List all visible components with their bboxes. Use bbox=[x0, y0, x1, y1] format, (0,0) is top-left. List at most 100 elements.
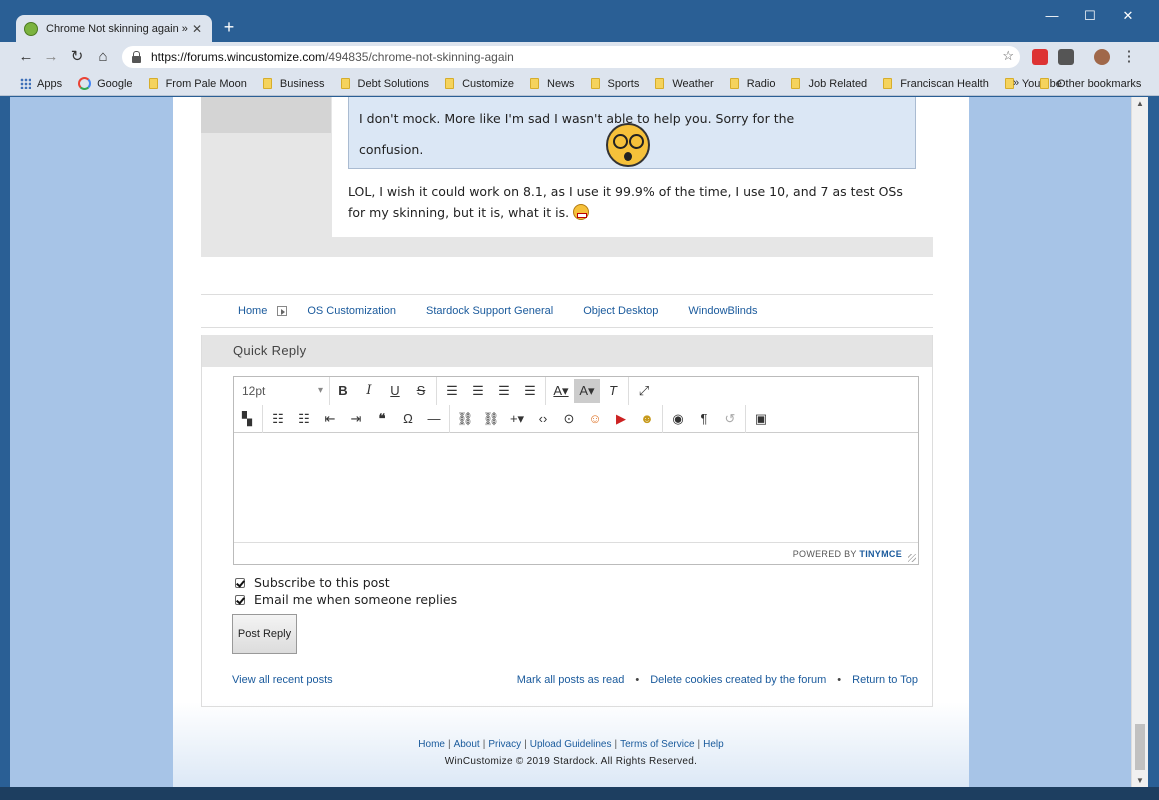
resize-handle-icon[interactable] bbox=[908, 554, 916, 562]
editor-text-area[interactable] bbox=[234, 434, 918, 542]
other-bookmarks[interactable]: Other bookmarks bbox=[1040, 72, 1141, 95]
align-right-icon[interactable]: ☰ bbox=[491, 379, 517, 403]
bookmark-folder[interactable]: Business bbox=[262, 78, 325, 90]
bookmark-google[interactable]: Google bbox=[78, 77, 133, 90]
maximize-button[interactable]: ☐ bbox=[1079, 6, 1101, 26]
chrome-menu-icon[interactable]: ⋮ bbox=[1119, 47, 1139, 67]
editor-toolbar-row: 12pt B I U S ☰ ☰ ☰ ☰ A▾ A▾ T ⤢ bbox=[234, 377, 918, 405]
background-color-icon[interactable]: A▾ bbox=[574, 379, 600, 403]
browser-toolbar: ← → ↻ ⌂ https://forums.wincustomize.com/… bbox=[0, 42, 1159, 72]
underline-icon[interactable]: U bbox=[382, 379, 408, 403]
align-justify-icon[interactable]: ☰ bbox=[517, 379, 543, 403]
back-arrow-icon[interactable]: ← bbox=[16, 47, 36, 67]
preview-eye-icon[interactable]: ◉ bbox=[665, 407, 691, 431]
email-checkbox[interactable] bbox=[235, 594, 245, 605]
footer-help-link[interactable]: Help bbox=[703, 739, 724, 750]
lock-icon bbox=[132, 50, 141, 63]
bold-icon[interactable]: B bbox=[330, 379, 356, 403]
address-bar[interactable]: https://forums.wincustomize.com/494835/c… bbox=[122, 46, 1020, 68]
adblock-extension-icon[interactable] bbox=[1032, 49, 1048, 65]
bookmark-folder[interactable]: Customize bbox=[445, 78, 514, 90]
subscribe-option[interactable]: Subscribe to this post bbox=[235, 575, 390, 590]
mark-read-link[interactable]: Mark all posts as read bbox=[517, 674, 625, 686]
footer-home-link[interactable]: Home bbox=[418, 739, 445, 750]
breadcrumb-windowblinds[interactable]: WindowBlinds bbox=[688, 305, 757, 317]
forum-page: I don't mock. More like I'm sad I wasn't… bbox=[173, 97, 969, 787]
breadcrumb-stardock-support[interactable]: Stardock Support General bbox=[426, 305, 553, 317]
scroll-down-icon[interactable]: ▼ bbox=[1136, 776, 1144, 785]
link-icon[interactable]: ⛓ bbox=[452, 407, 478, 431]
emoticon-icon[interactable]: ☺ bbox=[582, 407, 608, 431]
minimize-button[interactable]: — bbox=[1041, 6, 1063, 26]
youtube-icon[interactable]: ▶ bbox=[608, 407, 634, 431]
bookmark-folder[interactable]: Job Related bbox=[791, 78, 867, 90]
bullet-list-icon[interactable]: ☷ bbox=[265, 407, 291, 431]
special-character-icon[interactable]: Ω bbox=[395, 407, 421, 431]
bookmark-folder[interactable]: Franciscan Health bbox=[883, 78, 989, 90]
bookmark-folder[interactable]: From Pale Moon bbox=[148, 78, 247, 90]
pdf-extension-icon[interactable] bbox=[1058, 49, 1074, 65]
return-to-top-link[interactable]: Return to Top bbox=[852, 674, 918, 686]
scroll-thumb[interactable] bbox=[1135, 724, 1145, 770]
post-reply-button[interactable]: Post Reply bbox=[232, 614, 297, 654]
indent-icon[interactable]: ⇥ bbox=[343, 407, 369, 431]
fullscreen-icon[interactable]: ⤢ bbox=[631, 379, 657, 403]
breadcrumb-os-customization[interactable]: OS Customization bbox=[307, 305, 396, 317]
tinymce-link[interactable]: TINYMCE bbox=[859, 549, 902, 559]
bookmark-folder[interactable]: Debt Solutions bbox=[340, 78, 429, 90]
page-viewport: I don't mock. More like I'm sad I wasn't… bbox=[10, 97, 1131, 787]
spoiler-icon[interactable]: ⊙ bbox=[556, 407, 582, 431]
breadcrumb: Home OS Customization Stardock Support G… bbox=[201, 294, 933, 328]
footer-upload-guidelines-link[interactable]: Upload Guidelines bbox=[530, 739, 612, 750]
bookmark-folder[interactable]: News bbox=[530, 78, 575, 90]
window-frame-right bbox=[1148, 97, 1159, 787]
blockquote-icon[interactable]: ❝ bbox=[369, 407, 395, 431]
font-size-select[interactable]: 12pt bbox=[234, 377, 330, 405]
strikethrough-icon[interactable]: S bbox=[408, 379, 434, 403]
subscribe-checkbox[interactable] bbox=[235, 577, 245, 588]
code-icon[interactable]: ‹› bbox=[530, 407, 556, 431]
breadcrumb-home[interactable]: Home bbox=[238, 305, 267, 317]
bookmark-apps[interactable]: Apps bbox=[20, 78, 62, 90]
bookmarks-overflow-button[interactable]: » bbox=[1013, 72, 1019, 95]
align-center-icon[interactable]: ☰ bbox=[465, 379, 491, 403]
tab-close-icon[interactable]: ✕ bbox=[190, 22, 204, 36]
bookmark-folder[interactable]: Weather bbox=[655, 78, 714, 90]
folder-icon bbox=[340, 78, 350, 89]
footer-about-link[interactable]: About bbox=[454, 739, 480, 750]
italic-icon[interactable]: I bbox=[356, 379, 382, 403]
insert-image-icon[interactable]: ▣ bbox=[748, 407, 774, 431]
view-recent-posts-link[interactable]: View all recent posts bbox=[232, 674, 333, 686]
home-icon[interactable]: ⌂ bbox=[93, 47, 113, 67]
breadcrumb-object-desktop[interactable]: Object Desktop bbox=[583, 305, 658, 317]
insert-plus-icon[interactable]: +▾ bbox=[504, 407, 530, 431]
bookmark-folder[interactable]: Sports bbox=[590, 78, 639, 90]
footer-terms-link[interactable]: Terms of Service bbox=[620, 739, 694, 750]
find-replace-icon[interactable]: ▚ bbox=[234, 407, 260, 431]
align-left-icon[interactable]: ☰ bbox=[439, 379, 465, 403]
page-scrollbar[interactable]: ▲ ▼ bbox=[1131, 97, 1148, 787]
footer-privacy-link[interactable]: Privacy bbox=[488, 739, 521, 750]
cool-emoticon-icon[interactable]: ☻ bbox=[634, 407, 660, 431]
new-tab-button[interactable]: + bbox=[220, 16, 238, 38]
clear-formatting-icon[interactable]: T bbox=[600, 379, 626, 403]
outdent-icon[interactable]: ⇤ bbox=[317, 407, 343, 431]
bookmark-star-icon[interactable]: ☆ bbox=[1002, 48, 1014, 64]
text-color-icon[interactable]: A▾ bbox=[548, 379, 574, 403]
browser-tab[interactable]: Chrome Not skinning again » Fo ✕ bbox=[16, 15, 212, 42]
restore-draft-icon[interactable]: ↺ bbox=[717, 407, 743, 431]
copyright: WinCustomize © 2019 Stardock. All Rights… bbox=[444, 756, 698, 767]
bookmark-folder[interactable]: Radio bbox=[729, 78, 775, 90]
horizontal-rule-icon[interactable]: — bbox=[421, 407, 447, 431]
profile-avatar-icon[interactable] bbox=[1094, 49, 1110, 65]
reload-icon[interactable]: ↻ bbox=[67, 47, 87, 67]
delete-cookies-link[interactable]: Delete cookies created by the forum bbox=[650, 674, 826, 686]
unlink-icon[interactable]: ⛓ bbox=[478, 407, 504, 431]
numbered-list-icon[interactable]: ☷ bbox=[291, 407, 317, 431]
scroll-up-icon[interactable]: ▲ bbox=[1136, 99, 1144, 108]
close-window-button[interactable]: ✕ bbox=[1117, 6, 1139, 26]
breadcrumb-arrow-icon[interactable] bbox=[277, 306, 288, 316]
forward-arrow-icon[interactable]: → bbox=[41, 47, 61, 67]
paragraph-mark-icon[interactable]: ¶ bbox=[691, 407, 717, 431]
email-option[interactable]: Email me when someone replies bbox=[235, 592, 457, 607]
